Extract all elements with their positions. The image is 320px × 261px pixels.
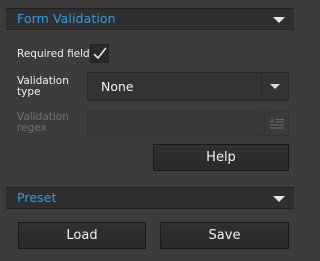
save-button[interactable]: Save [160,222,289,249]
preset-title: Preset [17,190,57,205]
inspector-panel: Form Validation Required field Validatio… [0,0,300,261]
required-field-checkbox[interactable] [90,44,109,63]
form-validation-section-header[interactable]: Form Validation [6,8,294,30]
preset-section-header[interactable]: Preset [6,187,294,209]
chevron-down-icon[interactable] [273,17,285,23]
dropdown-toggle[interactable] [261,73,288,100]
checkmark-icon [93,47,107,59]
validation-type-dropdown[interactable]: None [87,72,289,101]
help-button[interactable]: Help [153,144,289,171]
svg-text:A: A [270,118,275,125]
form-validation-title: Form Validation [17,11,116,26]
chevron-down-icon[interactable] [273,196,285,202]
validation-type-value: None [101,79,134,94]
dropdown-arrow-icon [270,84,280,89]
text-list-icon: A [270,118,284,129]
required-field-label: Required field [17,48,90,60]
load-button[interactable]: Load [18,222,146,249]
validation-regex-label-line2: regex [17,122,47,134]
validation-regex-input[interactable] [87,110,263,136]
regex-editor-button[interactable]: A [264,110,289,136]
validation-type-label-line2: type [17,86,41,98]
